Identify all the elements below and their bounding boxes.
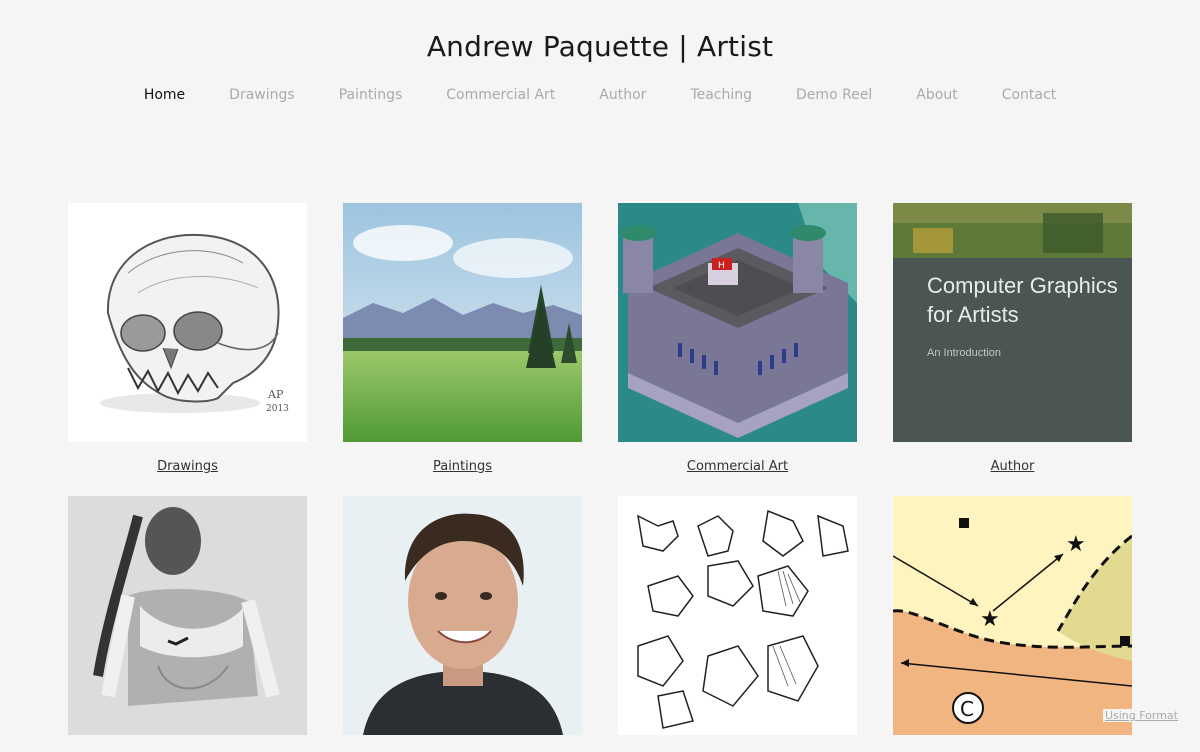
nav-home[interactable]: Home [144, 87, 185, 103]
commercial-art-thumbnail[interactable]: H [618, 203, 857, 442]
nav-about[interactable]: About [916, 87, 957, 103]
figure-thumbnail[interactable] [68, 496, 307, 735]
nav-paintings[interactable]: Paintings [339, 87, 403, 103]
svg-text:★: ★ [1066, 532, 1086, 557]
gallery-tile-drawings: AP 2013 Drawings [68, 203, 307, 474]
diagram-thumbnail[interactable]: ★ ★ C [893, 496, 1132, 735]
main-nav: Home Drawings Paintings Commercial Art A… [0, 87, 1200, 103]
nav-demo-reel[interactable]: Demo Reel [796, 87, 872, 103]
gallery-tile-paintings: Paintings [343, 203, 582, 474]
portrait-thumbnail[interactable] [343, 496, 582, 735]
site-title: Andrew Paquette | Artist [426, 30, 774, 63]
svg-text:2013: 2013 [266, 404, 289, 414]
nav-author[interactable]: Author [599, 87, 646, 103]
diagram-image: ★ ★ C [893, 496, 1132, 735]
author-caption-link[interactable]: Author [893, 459, 1132, 474]
nav-drawings[interactable]: Drawings [229, 87, 295, 103]
commercial-art-caption-link[interactable]: Commercial Art [618, 459, 857, 474]
book-cover-image: Computer Graphics for Artists An Introdu… [893, 203, 1132, 442]
hand-sketches-image [618, 496, 857, 735]
gallery-tile-figure [68, 496, 307, 752]
using-format-link[interactable]: Using Format [1102, 709, 1180, 722]
hands-thumbnail[interactable] [618, 496, 857, 735]
landscape-painting-image [343, 203, 582, 442]
book-title-line-1: Computer Graphics [927, 273, 1118, 298]
figure-drawing-image [68, 496, 307, 735]
gallery-tile-author: Computer Graphics for Artists An Introdu… [893, 203, 1132, 474]
gallery-tile-commercial-art: H Commercial Art [618, 203, 857, 474]
drawings-caption-link[interactable]: Drawings [68, 459, 307, 474]
paintings-thumbnail[interactable] [343, 203, 582, 442]
gallery-tile-diagram: ★ ★ C [893, 496, 1132, 752]
nav-commercial-art[interactable]: Commercial Art [446, 87, 555, 103]
isometric-castle-image: H [618, 203, 857, 442]
gallery-tile-hands [618, 496, 857, 752]
paintings-caption-link[interactable]: Paintings [343, 459, 582, 474]
diagram-circle-label: C [960, 697, 974, 721]
portrait-photo-image [343, 496, 582, 735]
gallery-tile-portrait [343, 496, 582, 752]
svg-text:★: ★ [980, 607, 1000, 632]
svg-text:AP: AP [267, 388, 284, 401]
author-thumbnail[interactable]: Computer Graphics for Artists An Introdu… [893, 203, 1132, 442]
book-title-line-2: for Artists [927, 302, 1019, 327]
svg-text:H: H [718, 261, 725, 271]
book-subtitle: An Introduction [927, 347, 1001, 359]
nav-contact[interactable]: Contact [1002, 87, 1056, 103]
drawings-thumbnail[interactable]: AP 2013 [68, 203, 307, 442]
skull-drawing-image: AP 2013 [68, 203, 307, 442]
nav-teaching[interactable]: Teaching [690, 87, 752, 103]
